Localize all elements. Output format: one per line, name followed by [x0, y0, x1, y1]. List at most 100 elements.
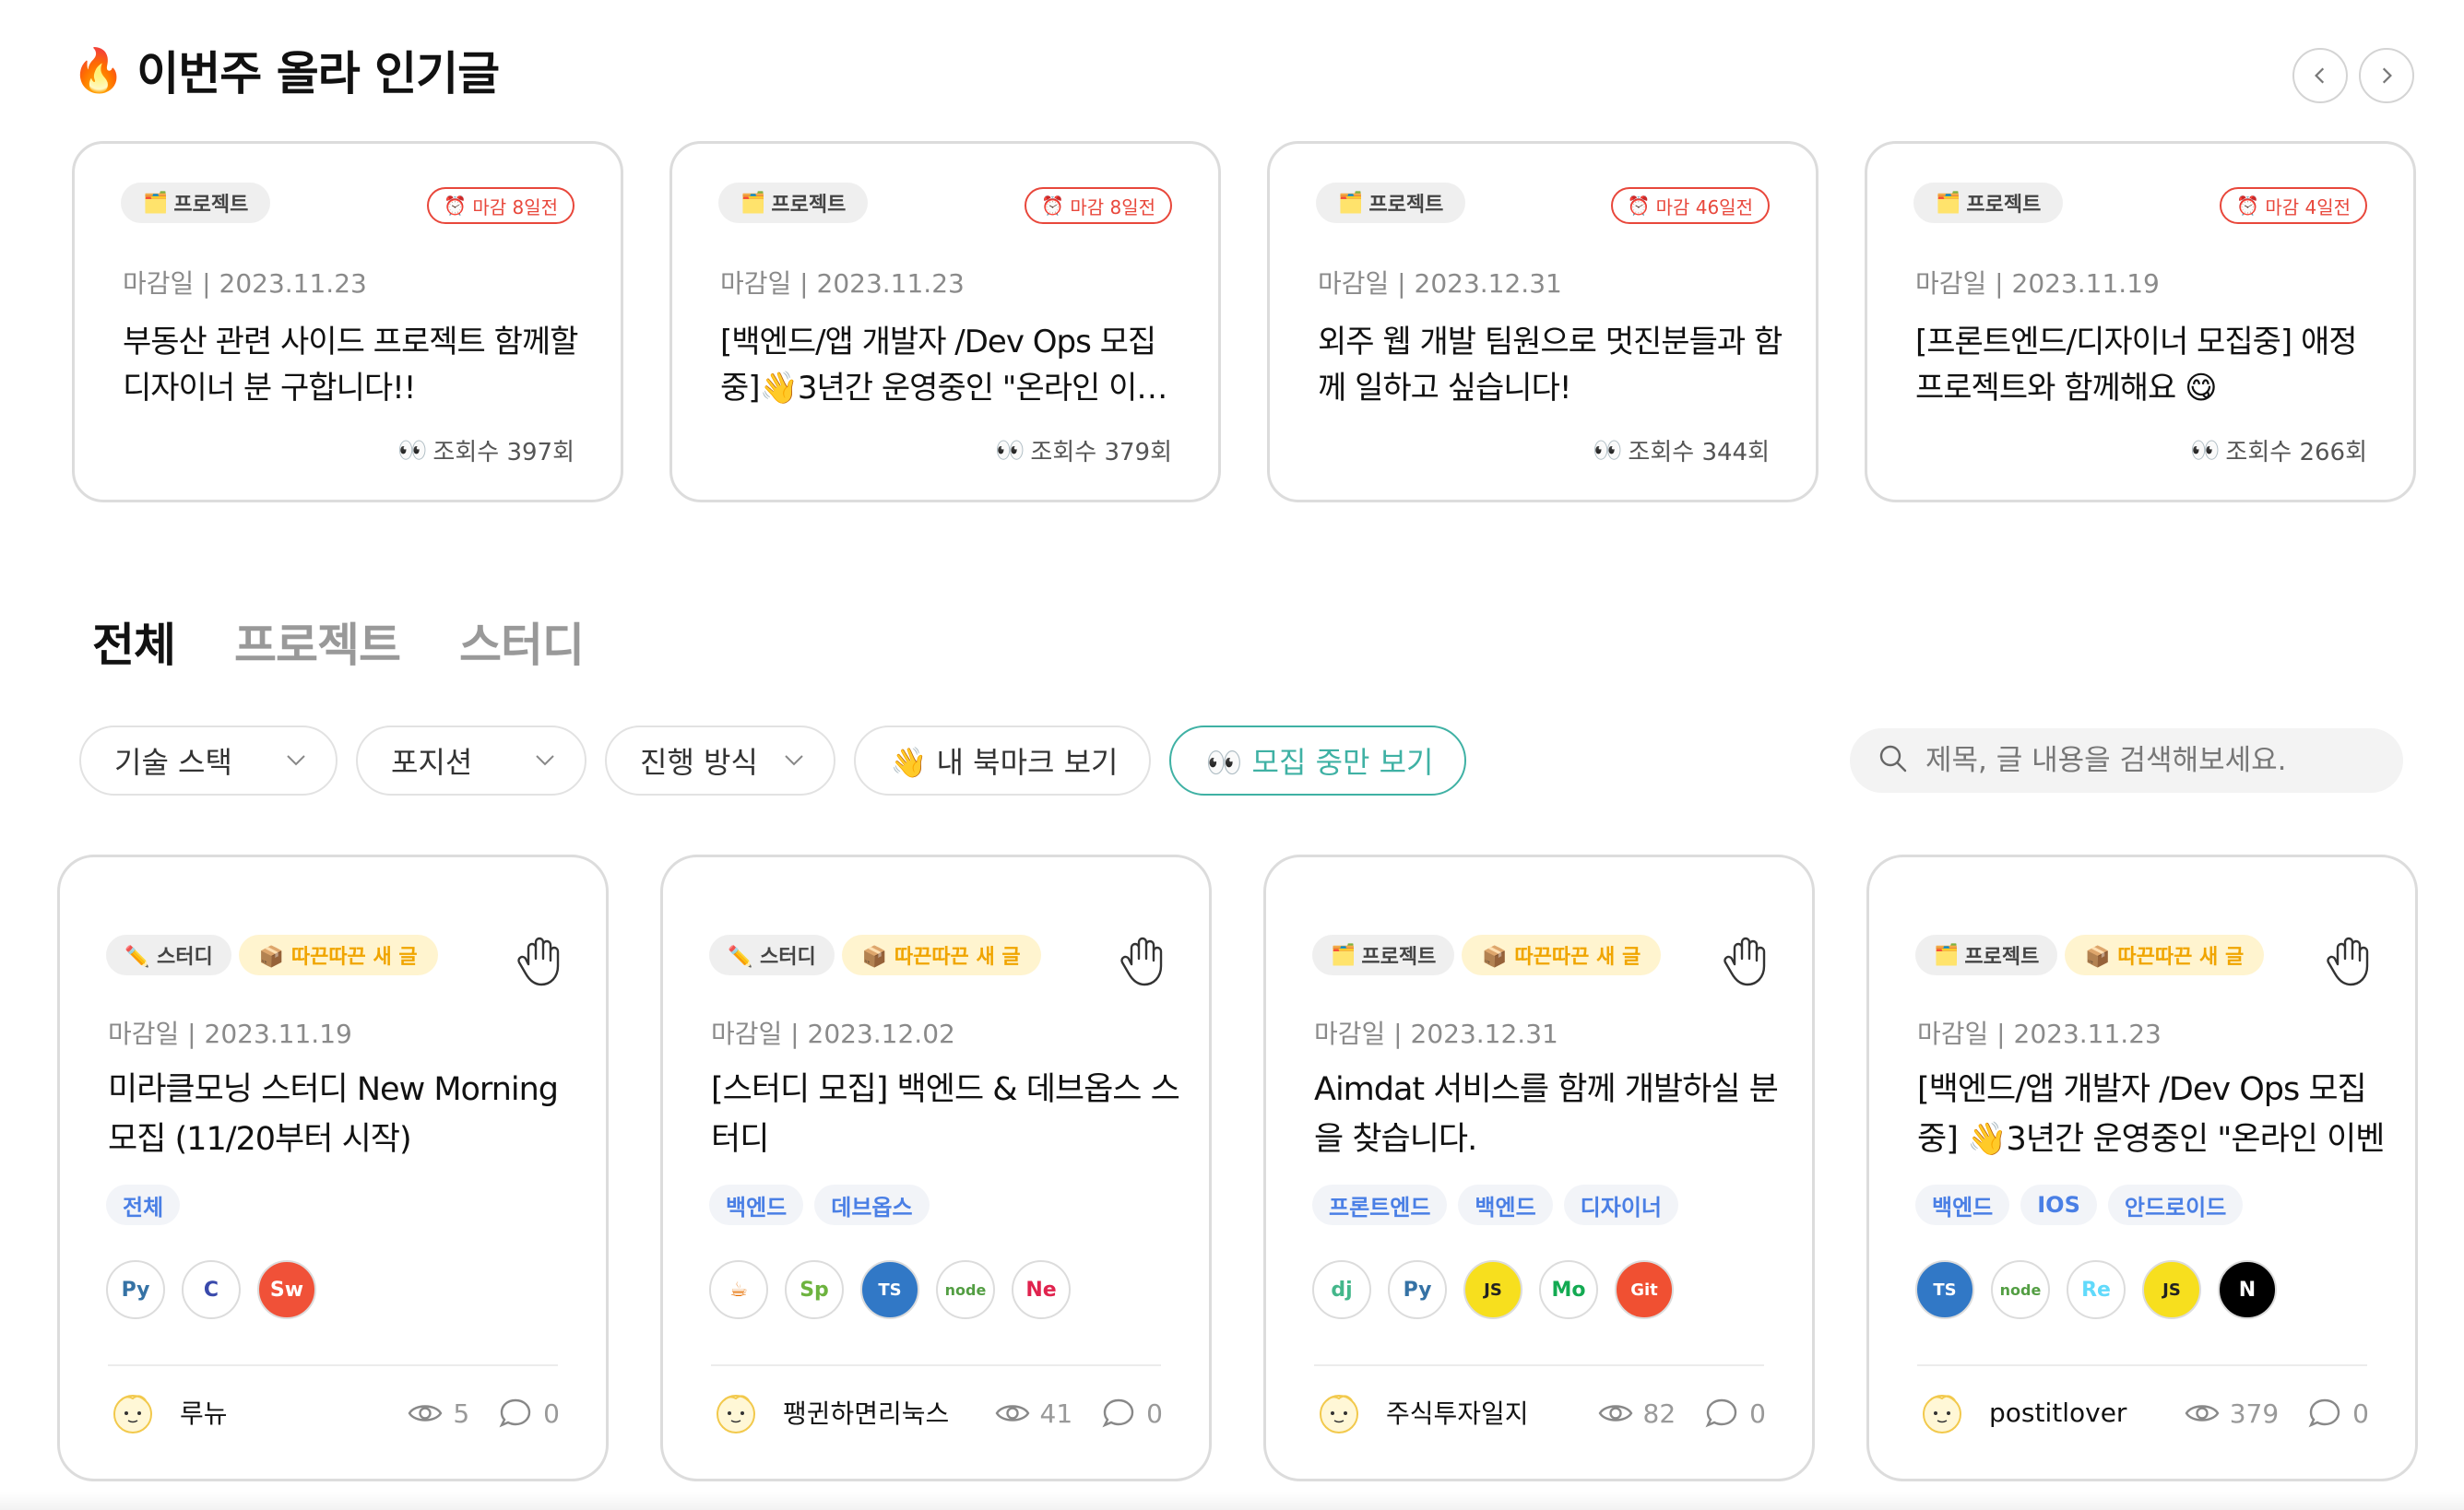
- post-date: 마감일 | 2023.11.19: [108, 1019, 352, 1049]
- nestjs-icon: Ne: [1012, 1260, 1071, 1319]
- author[interactable]: 주식투자일지: [1314, 1387, 1529, 1437]
- bookmark-hand-icon[interactable]: [1115, 933, 1170, 988]
- card-date: 마감일 | 2023.11.23: [123, 268, 367, 299]
- author-name: postitlover: [1989, 1397, 2127, 1428]
- position-tag: 전체: [106, 1185, 181, 1225]
- bookmark-hand-icon[interactable]: [1718, 933, 1773, 988]
- comment-count: 0: [543, 1398, 560, 1429]
- recruiting-only-toggle[interactable]: 👀 모집 중만 보기: [1169, 726, 1466, 796]
- post-title: Aimdat 서비스를 함께 개발하실 분을 찾습니다.: [1314, 1071, 1779, 1158]
- bookmark-hand-icon[interactable]: [2321, 933, 2376, 988]
- author[interactable]: 팽귄하면리눅스: [711, 1387, 949, 1437]
- django-icon: dj: [1312, 1260, 1371, 1319]
- search-input[interactable]: [1925, 744, 2368, 777]
- view-count: 82: [1642, 1398, 1676, 1429]
- my-bookmarks-button[interactable]: 👋 내 북마크 보기: [854, 726, 1151, 796]
- new-post-badge: 📦 따끈따끈 새 글: [2065, 935, 2265, 975]
- category-badge: 🗂️ 프로젝트: [718, 183, 869, 223]
- swift-icon: Sw: [257, 1260, 316, 1319]
- avatar-icon: [717, 1395, 755, 1433]
- folder-icon: 🗂️: [1331, 943, 1356, 967]
- carousel-prev-button[interactable]: [2292, 48, 2348, 103]
- position-tag: 디자이너: [1563, 1185, 1678, 1225]
- comment-icon: [1102, 1398, 1134, 1428]
- eyes-icon: 👀: [995, 436, 1025, 465]
- popular-card[interactable]: 🗂️ 프로젝트 ⏰ 마감 46일전 마감일 | 2023.12.31 외주 웹 개발…: [1267, 141, 1818, 502]
- nodejs-icon: node: [936, 1260, 995, 1319]
- chevron-down-icon: [536, 755, 554, 766]
- card-date: 마감일 | 2023.11.19: [1915, 268, 2160, 299]
- position-tag: 데브옵스: [814, 1185, 930, 1225]
- author-name: 루뉴: [180, 1398, 228, 1429]
- new-post-badge: 📦 따끈따끈 새 글: [1462, 935, 1662, 975]
- position-dropdown[interactable]: 포지션: [356, 726, 586, 796]
- post-badges: 🗂️ 프로젝트 📦 따끈따끈 새 글: [1312, 935, 1662, 975]
- post-stats: 82 0: [1597, 1395, 1766, 1432]
- deadline-badge: ⏰ 마감 46일전: [1610, 187, 1770, 224]
- card-title: 외주 웹 개발 팀원으로 멋진분들과 함께 일하고 싶습니다!: [1318, 324, 1783, 407]
- tech-stack-icons: Py C Sw: [106, 1260, 316, 1319]
- popular-card[interactable]: 🗂️ 프로젝트 ⏰ 마감 8일전 마감일 | 2023.11.23 [백엔드/앱 개…: [669, 141, 1221, 502]
- author-name: 팽귄하면리눅스: [783, 1398, 950, 1429]
- tech-stack-dropdown[interactable]: 기술 스택: [79, 726, 338, 796]
- new-post-badge: 📦 따끈따끈 새 글: [841, 935, 1041, 975]
- view-count: 41: [1039, 1398, 1073, 1429]
- post-card[interactable]: 🗂️ 프로젝트 📦 따끈따끈 새 글 마감일 | 2023.12.31 Aimda…: [1263, 855, 1815, 1481]
- view-count: 👀 조회수 379회: [995, 436, 1172, 467]
- post-card[interactable]: 🗂️ 프로젝트 📦 따끈따끈 새 글 마감일 | 2023.11.23 [백엔드/…: [1866, 855, 2418, 1481]
- python-icon: Py: [106, 1260, 165, 1319]
- tech-stack-icons: ☕ Sp TS node Ne: [709, 1260, 1071, 1319]
- post-stats: 41 0: [994, 1395, 1163, 1432]
- card-divider: [1314, 1364, 1764, 1366]
- fire-icon: 🔥: [72, 44, 124, 95]
- post-card[interactable]: ✏️ 스터디 📦 따끈따끈 새 글 마감일 | 2023.12.02 [스터디 …: [660, 855, 1212, 1481]
- progress-method-label: 진행 방식: [640, 745, 758, 780]
- popular-card[interactable]: 🗂️ 프로젝트 ⏰ 마감 8일전 마감일 | 2023.11.23 부동산 관련 사…: [72, 141, 623, 502]
- java-icon: ☕: [709, 1260, 768, 1319]
- tab-all[interactable]: 전체: [92, 608, 176, 675]
- deadline-badge: ⏰ 마감 8일전: [1025, 187, 1172, 224]
- author[interactable]: 루뉴: [108, 1387, 228, 1437]
- tab-project[interactable]: 프로젝트: [234, 608, 401, 675]
- bookmark-hand-icon[interactable]: [512, 933, 567, 988]
- position-tag: 백엔드: [1915, 1185, 2010, 1225]
- post-stats: 5 0: [407, 1395, 560, 1432]
- position-tags: 백엔드 IOS 안드로이드: [1915, 1185, 2244, 1225]
- category-badge: ✏️ 스터디: [106, 935, 231, 975]
- popular-card[interactable]: 🗂️ 프로젝트 ⏰ 마감 4일전 마감일 | 2023.11.19 [프론트엔드/디…: [1865, 141, 2416, 502]
- position-tag: 백엔드: [709, 1185, 804, 1225]
- card-title: 부동산 관련 사이드 프로젝트 함께할 디자이너 분 구합니다!!: [123, 324, 578, 407]
- tab-study[interactable]: 스터디: [459, 608, 585, 675]
- chevron-down-icon: [287, 755, 305, 766]
- category-badge: ✏️ 스터디: [709, 935, 835, 975]
- alarm-icon: ⏰: [444, 195, 468, 217]
- carousel-next-button[interactable]: [2359, 48, 2414, 103]
- post-date: 마감일 | 2023.12.31: [1314, 1019, 1558, 1049]
- spring-icon: Sp: [785, 1260, 844, 1319]
- javascript-icon: JS: [1463, 1260, 1522, 1319]
- tech-stack-icons: dj Py JS Mo Git: [1312, 1260, 1674, 1319]
- nodejs-icon: node: [1991, 1260, 2050, 1319]
- nextjs-icon: N: [2218, 1260, 2277, 1319]
- avatar-icon: [113, 1395, 152, 1433]
- post-card[interactable]: ✏️ 스터디 📦 따끈따끈 새 글 마감일 | 2023.11.19 미라클모닝…: [57, 855, 609, 1481]
- card-divider: [711, 1364, 1161, 1366]
- post-date: 마감일 | 2023.12.02: [711, 1019, 955, 1049]
- author[interactable]: postitlover: [1917, 1387, 2126, 1437]
- avatar-icon: [1923, 1395, 1961, 1433]
- view-count: 👀 조회수 266회: [2190, 436, 2367, 467]
- alarm-icon: ⏰: [2236, 195, 2260, 217]
- card-date: 마감일 | 2023.11.23: [720, 268, 965, 299]
- comment-icon: [2308, 1398, 2340, 1428]
- position-tag: IOS: [2020, 1185, 2097, 1225]
- progress-method-dropdown[interactable]: 진행 방식: [605, 726, 835, 796]
- python-icon: Py: [1388, 1260, 1447, 1319]
- position-tags: 전체: [106, 1185, 181, 1225]
- tech-stack-icons: TS node Re JS N: [1915, 1260, 2277, 1319]
- bottom-shadow: [0, 1492, 2464, 1510]
- card-title: [백엔드/앱 개발자 /Dev Ops 모집 중]👋3년간 운영중인 "온라인 …: [720, 324, 1167, 407]
- search-icon: [1878, 743, 1909, 778]
- alarm-icon: ⏰: [1041, 195, 1065, 217]
- tech-stack-label: 기술 스택: [114, 745, 232, 780]
- position-tags: 백엔드 데브옵스: [709, 1185, 930, 1225]
